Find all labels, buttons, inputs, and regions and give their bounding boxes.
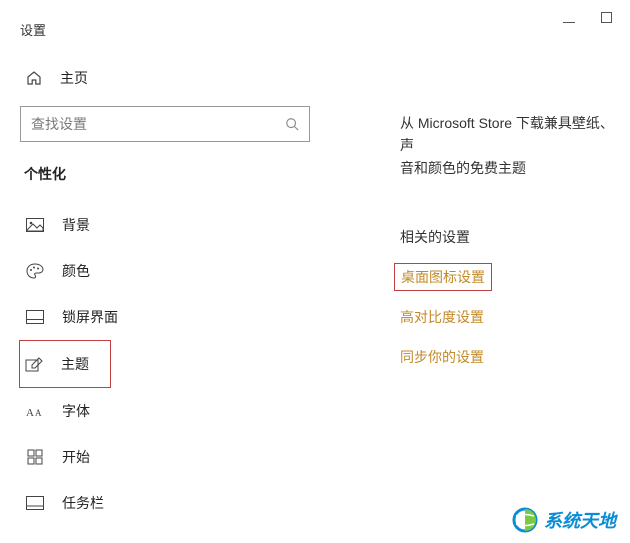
sidebar-item-colors[interactable]: 颜色 [20,248,320,294]
home-nav[interactable]: 主页 [20,60,320,106]
sidebar-item-themes[interactable]: 主题 [19,340,111,388]
sidebar-item-fonts[interactable]: AA 字体 [20,388,320,434]
palette-icon [26,262,44,280]
search-icon [285,117,299,131]
search-input[interactable] [31,116,285,132]
sidebar-item-label: 主题 [61,354,89,374]
lockscreen-icon [26,308,44,326]
picture-icon [26,216,44,234]
sidebar-item-background[interactable]: 背景 [20,202,320,248]
sidebar-item-lockscreen[interactable]: 锁屏界面 [20,294,320,340]
app-title: 设置 [20,20,46,39]
settings-sidebar: 主页 个性化 背景 颜色 锁屏界面 [20,60,320,526]
sidebar-item-label: 颜色 [62,261,90,281]
promo-line: 音和颜色的免费主题 [400,160,526,176]
svg-text:A: A [35,408,42,418]
sidebar-item-label: 锁屏界面 [62,307,118,327]
sidebar-item-taskbar[interactable]: 任务栏 [20,480,320,526]
link-desktop-icon-settings[interactable]: 桌面图标设置 [394,263,492,291]
link-high-contrast[interactable]: 高对比度设置 [400,307,620,327]
globe-icon [512,507,538,533]
watermark-text: 系统天地 [544,507,616,533]
minimize-button[interactable] [563,12,575,25]
start-icon [26,448,44,466]
promo-line: 从 Microsoft Store 下载兼具壁纸、声 [400,115,614,153]
taskbar-icon [26,494,44,512]
svg-text:A: A [26,407,34,419]
nav-list: 背景 颜色 锁屏界面 主题 AA 字体 [20,202,320,526]
link-sync-settings[interactable]: 同步你的设置 [400,347,620,367]
watermark: 系统天地 [512,507,616,533]
theme-icon [25,355,43,373]
category-title: 个性化 [20,164,320,184]
window-controls [563,12,612,25]
sidebar-item-label: 字体 [62,401,90,421]
store-promo: 从 Microsoft Store 下载兼具壁纸、声 音和颜色的免费主题 [400,112,620,179]
sidebar-item-label: 开始 [62,447,90,467]
related-heading: 相关的设置 [400,227,620,247]
sidebar-item-label: 任务栏 [62,493,104,513]
font-icon: AA [26,402,44,420]
home-icon [26,70,44,86]
home-label: 主页 [60,68,88,88]
sidebar-item-label: 背景 [62,215,90,235]
search-box[interactable] [20,106,310,142]
sidebar-item-start[interactable]: 开始 [20,434,320,480]
maximize-button[interactable] [601,12,612,25]
main-panel: 从 Microsoft Store 下载兼具壁纸、声 音和颜色的免费主题 相关的… [400,112,620,387]
